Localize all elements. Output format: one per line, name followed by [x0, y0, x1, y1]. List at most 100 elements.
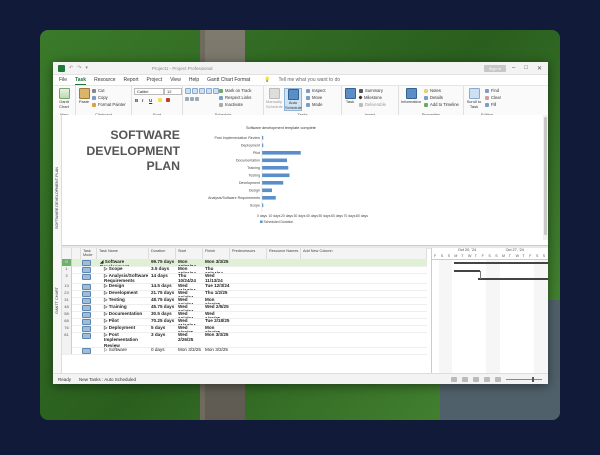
inspect-button[interactable]: Inspect — [306, 88, 326, 93]
start-cell[interactable]: Wed 11/13/24 — [177, 318, 203, 325]
minimize-button[interactable]: – — [512, 65, 515, 72]
row-number[interactable]: 48 — [62, 304, 72, 311]
duration-cell[interactable]: 99.75 days — [150, 259, 176, 266]
duration-cell[interactable]: 0 days — [150, 347, 176, 354]
row-number[interactable]: 81 — [62, 332, 72, 347]
finish-cell[interactable]: Thu 1/2/25 — [204, 290, 230, 297]
gantt-summary-bar[interactable] — [478, 278, 548, 280]
unlink-icon[interactable] — [190, 97, 194, 101]
report-scrollbar[interactable] — [543, 115, 548, 240]
font-color-icon[interactable] — [166, 98, 170, 102]
zoom-slider[interactable] — [506, 376, 542, 382]
row-number[interactable]: 68 — [62, 318, 72, 325]
percent-75-icon[interactable] — [206, 88, 212, 94]
task-name-cell[interactable]: ▷ Documentation — [103, 311, 149, 318]
tab-gantt-chart-format[interactable]: Gantt Chart Format — [207, 77, 250, 83]
finish-cell[interactable]: Wed 11/13/24 — [204, 273, 230, 283]
start-cell[interactable]: Wed 12/4/24 — [177, 311, 203, 318]
copy-button[interactable]: Copy — [92, 95, 108, 100]
gantt-view-shortcut-icon[interactable] — [451, 376, 457, 382]
gantt-summary-bar[interactable] — [454, 262, 548, 264]
row-number[interactable]: 1 — [62, 266, 72, 273]
auto-schedule-button[interactable]: Auto Schedule — [284, 88, 302, 112]
duration-cell[interactable]: 5 days — [150, 325, 176, 332]
task-name-cell[interactable]: ▷ Analysis/Software Requirements — [103, 273, 149, 283]
start-cell[interactable]: Mon 10/21/24 — [177, 259, 203, 266]
duration-cell[interactable]: 70.25 days — [150, 318, 176, 325]
header-start[interactable]: Start — [176, 248, 203, 259]
tab-file[interactable]: File — [59, 77, 67, 83]
split-icon[interactable] — [195, 97, 199, 101]
report-shortcut-icon[interactable] — [495, 376, 501, 382]
auto-scheduled-icon[interactable] — [82, 274, 91, 280]
start-cell[interactable]: Wed 2/19/25 — [177, 325, 203, 332]
row-number[interactable]: 0 — [62, 259, 72, 266]
new-tasks-mode[interactable]: New Tasks : Auto Scheduled — [79, 377, 136, 382]
duration-cell[interactable]: 14 days — [150, 273, 176, 283]
mode-button[interactable]: Mode — [306, 102, 322, 107]
finish-cell[interactable]: Mon 2/24/25 — [204, 325, 230, 332]
format-painter-button[interactable]: Format Painter — [92, 102, 126, 107]
scroll-to-task-button[interactable]: Scroll to Task — [466, 88, 482, 109]
auto-scheduled-icon[interactable] — [82, 333, 91, 339]
percent-50-icon[interactable] — [199, 88, 205, 94]
row-number[interactable]: 13 — [62, 283, 72, 290]
duration-cell[interactable]: 3 days — [150, 332, 176, 347]
duration-cell[interactable]: 14.5 days — [150, 283, 176, 290]
move-button[interactable]: Move — [306, 95, 322, 100]
task-name-cell[interactable]: ▷ Deployment — [103, 325, 149, 332]
tab-resource[interactable]: Resource — [94, 77, 115, 83]
header-predecessors[interactable]: Predecessors — [230, 248, 267, 259]
header-resource-names[interactable]: Resource Names — [267, 248, 301, 259]
font-size-combo[interactable]: 12 — [164, 88, 182, 95]
gantt-summary-bar[interactable] — [454, 270, 480, 272]
task-usage-shortcut-icon[interactable] — [462, 376, 468, 382]
finish-cell[interactable]: Mon 3/3/25 — [204, 332, 230, 347]
underline-button[interactable]: U — [149, 98, 152, 103]
finish-cell[interactable]: Wed 2/5/25 — [204, 304, 230, 311]
task-name-cell[interactable]: ▷ Pilot — [103, 318, 149, 325]
duration-cell[interactable]: 3.5 days — [150, 266, 176, 273]
add-to-timeline-button[interactable]: Add to Timeline — [424, 102, 459, 107]
tab-report[interactable]: Report — [124, 77, 139, 83]
table-row[interactable]: 81 ▷ Post Implementation Review 3 days Wed … — [62, 332, 427, 348]
finish-cell[interactable]: Thu 10/24/24 — [204, 266, 230, 273]
tab-task[interactable]: Task — [75, 77, 87, 85]
information-button[interactable]: Information — [401, 88, 421, 105]
select-all-corner[interactable] — [62, 248, 72, 259]
tab-view[interactable]: View — [170, 77, 181, 83]
task-name-cell[interactable]: ▷ Post Implementation Review — [103, 332, 149, 347]
start-cell[interactable]: Wed 2/26/25 — [177, 332, 203, 347]
percent-0-icon[interactable] — [185, 88, 191, 94]
finish-cell[interactable]: Mon 3/3/25 — [204, 347, 230, 354]
finish-cell[interactable]: Tue 2/18/25 — [204, 318, 230, 325]
italic-button[interactable]: I — [142, 98, 143, 103]
cut-button[interactable]: Cut — [92, 88, 105, 93]
task-name-cell[interactable]: ▷ Software — [103, 347, 149, 354]
duration-cell[interactable]: 30.5 days — [150, 311, 176, 318]
respect-links-button[interactable]: Respect Links — [219, 95, 251, 100]
row-number[interactable]: 3 — [62, 273, 72, 283]
header-task-mode[interactable]: Task Mode — [81, 248, 97, 259]
start-cell[interactable]: Mon 3/3/25 — [177, 347, 203, 354]
task-name-cell[interactable]: ▷ Development — [103, 290, 149, 297]
details-button[interactable]: Details — [424, 95, 443, 100]
undo-icon[interactable]: ↶ — [69, 65, 73, 71]
tell-me-box[interactable]: Tell me what you want to do — [278, 77, 340, 83]
task-name-cell[interactable]: ◢ Software Development — [99, 259, 149, 266]
finish-cell[interactable]: Mon 2/10/25 — [204, 297, 230, 304]
header-finish[interactable]: Finish — [203, 248, 230, 259]
highlight-color-icon[interactable] — [158, 98, 162, 102]
tab-project[interactable]: Project — [147, 77, 163, 83]
finish-cell[interactable]: Wed 1/15/25 — [204, 311, 230, 318]
resource-sheet-shortcut-icon[interactable] — [484, 376, 490, 382]
start-cell[interactable]: Wed 12/4/24 — [177, 297, 203, 304]
redo-icon[interactable]: ↷ — [77, 65, 81, 71]
percent-25-icon[interactable] — [192, 88, 198, 94]
task-name-cell[interactable]: ▷ Training — [103, 304, 149, 311]
notes-button[interactable]: Notes — [424, 88, 441, 93]
start-cell[interactable]: Wed 12/4/24 — [177, 290, 203, 297]
close-button[interactable]: ✕ — [537, 65, 542, 72]
duration-cell[interactable]: 21.75 days — [150, 290, 176, 297]
start-cell[interactable]: Mon 10/21/24 — [177, 266, 203, 273]
